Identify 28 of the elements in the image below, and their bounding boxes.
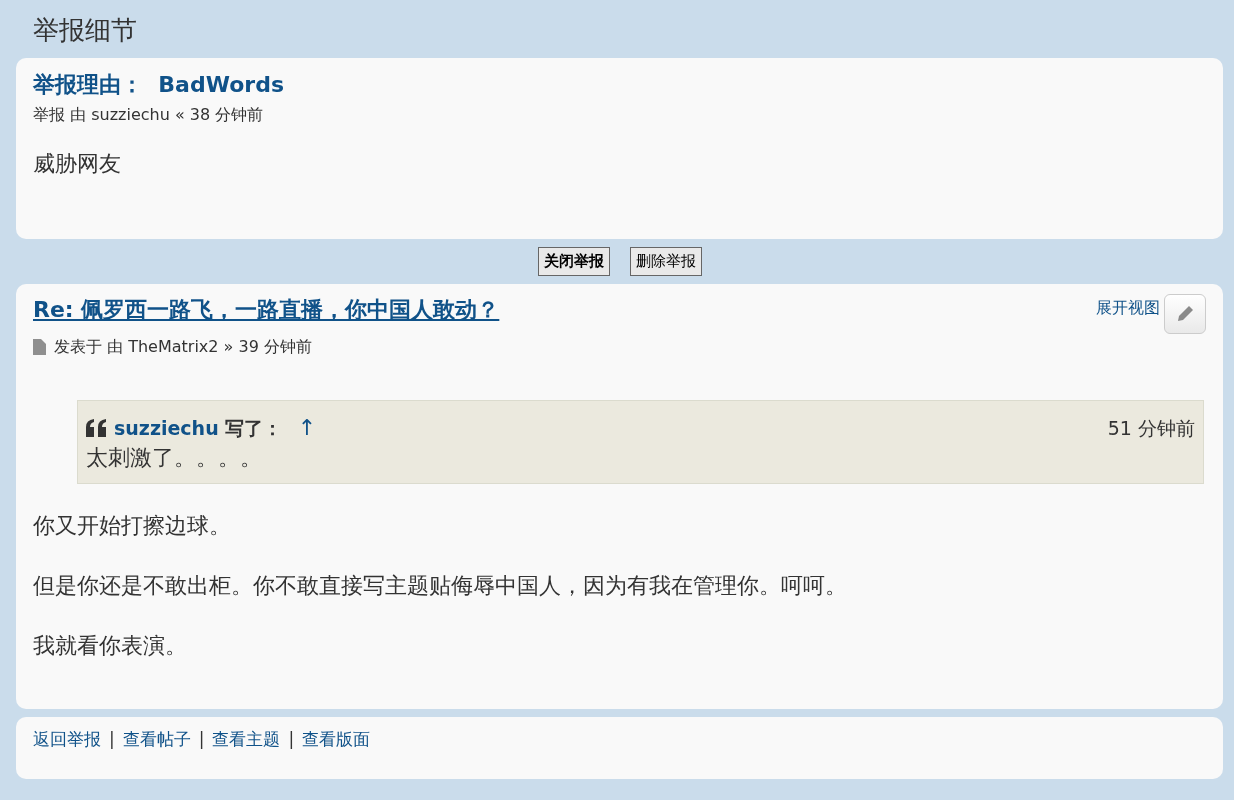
pencil-icon <box>1175 304 1195 324</box>
post-paragraph: 你又开始打擦边球。 <box>33 512 232 540</box>
post-paragraph: 但是你还是不敢出柜。你不敢直接写主题贴侮辱中国人，因为有我在管理你。呵呵。 <box>33 572 848 600</box>
separator: | <box>109 728 115 751</box>
report-reason: 举报理由： BadWords <box>33 71 285 99</box>
quote-time: 51 分钟前 <box>1107 416 1195 441</box>
jump-to-post-link[interactable]: ↑ <box>297 413 317 443</box>
separator: | <box>288 728 295 751</box>
footer-link[interactable]: 查看主题 <box>212 727 281 751</box>
report-meta: 举报 由 suzziechu « 38 分钟前 <box>33 104 265 126</box>
post-meta: 发表于 由 TheMatrix2 » 39 分钟前 <box>54 336 312 358</box>
page-title: 举报细节 <box>33 14 138 47</box>
quote-text: 太刺激了。。。。 <box>86 444 263 472</box>
post-title-link[interactable]: Re: 佩罗西一路飞，一路直播，你中国人敢动？ <box>33 294 500 326</box>
report-button[interactable]: 删除举报 <box>629 247 702 276</box>
quote-author-link[interactable]: suzziechu <box>114 413 219 443</box>
quote-icon <box>86 419 108 437</box>
document-icon <box>33 339 46 355</box>
report-text: 威胁网友 <box>33 150 122 178</box>
expand-view-link[interactable]: 展开视图 <box>1096 298 1160 319</box>
quote-wrote-label: 写了： <box>224 416 282 441</box>
footer-link[interactable]: 查看帖子 <box>122 727 191 751</box>
footer-link[interactable]: 返回举报 <box>33 727 101 751</box>
edit-button[interactable] <box>1164 294 1206 334</box>
separator: | <box>198 728 205 751</box>
report-button[interactable]: 关闭举报 <box>537 247 610 276</box>
post-paragraph: 我就看你表演。 <box>33 632 188 660</box>
footer-link[interactable]: 查看版面 <box>302 727 371 751</box>
